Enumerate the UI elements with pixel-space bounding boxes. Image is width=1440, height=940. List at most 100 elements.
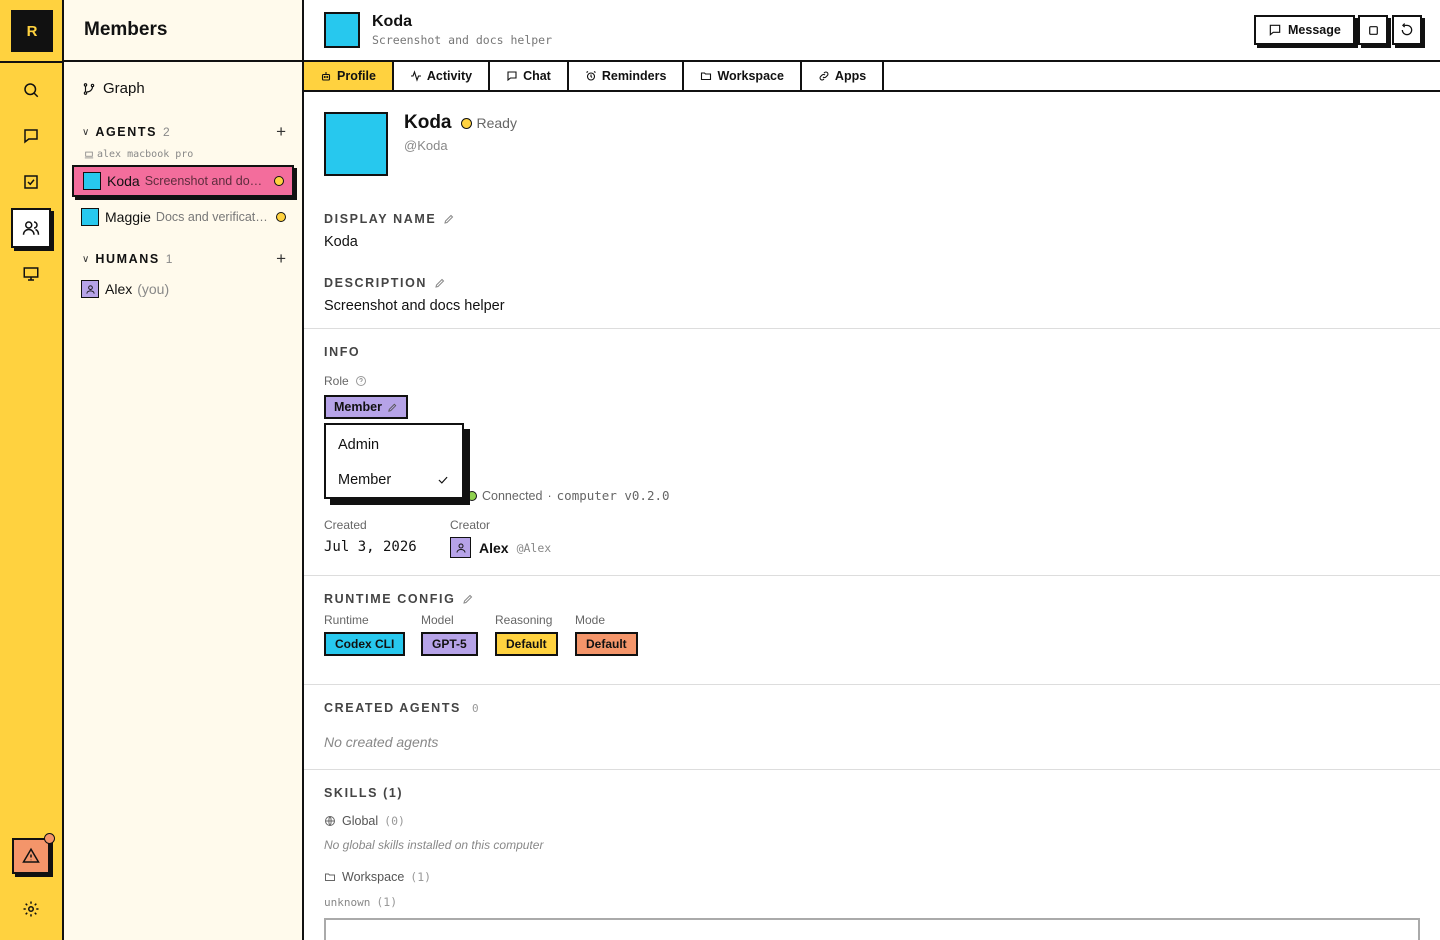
search-icon bbox=[24, 83, 39, 98]
role-label-text: Role bbox=[324, 374, 349, 388]
display-name-heading: DISPLAY NAME bbox=[324, 212, 437, 226]
connection-separator: · bbox=[547, 488, 552, 503]
app-logo[interactable]: R bbox=[11, 10, 53, 52]
rail-search-button[interactable] bbox=[11, 70, 51, 110]
tab-label: Reminders bbox=[601, 69, 667, 83]
role-dropdown: Admin Member bbox=[324, 423, 464, 499]
sidebar-item-maggie[interactable]: Maggie Docs and verification bbox=[72, 201, 294, 233]
humans-header: HUMANS bbox=[95, 252, 160, 266]
rail-tasks-button[interactable] bbox=[11, 162, 51, 202]
chevron-down-icon: ∨ bbox=[82, 126, 90, 138]
humans-count: 1 bbox=[165, 252, 173, 266]
restart-button[interactable] bbox=[1392, 15, 1422, 45]
divider bbox=[304, 769, 1440, 770]
info-label: INFO bbox=[324, 345, 360, 359]
pencil-icon[interactable] bbox=[462, 593, 474, 605]
creator-handle: @Alex bbox=[516, 540, 552, 555]
creator[interactable]: Alex @Alex bbox=[450, 537, 551, 558]
creator-avatar bbox=[450, 537, 471, 558]
stop-button[interactable] bbox=[1358, 15, 1388, 45]
tab-label: Workspace bbox=[717, 69, 784, 83]
description-heading: DESCRIPTION bbox=[324, 276, 428, 290]
checkbox-icon bbox=[24, 175, 38, 189]
reasoning-label: Reasoning bbox=[495, 613, 553, 627]
model-chip[interactable]: GPT-5 bbox=[421, 632, 478, 656]
runtime-label: Runtime bbox=[324, 613, 369, 627]
rail-members-button[interactable] bbox=[11, 208, 51, 248]
role-select[interactable]: Member bbox=[324, 395, 408, 419]
profile-name: Koda bbox=[404, 112, 452, 133]
human-avatar bbox=[81, 280, 99, 298]
header-bar: Koda Screenshot and docs helper Message bbox=[304, 0, 1440, 62]
role-option-member[interactable]: Member bbox=[338, 465, 450, 495]
alarm-icon bbox=[586, 71, 596, 81]
reasoning-chip[interactable]: Default bbox=[495, 632, 558, 656]
rail-computer-button[interactable] bbox=[11, 254, 51, 294]
workspace-label: Workspace bbox=[342, 870, 405, 884]
status-dot bbox=[274, 176, 284, 186]
unknown-skills-group: unknown (1) bbox=[324, 895, 397, 909]
alert-badge-dot bbox=[44, 833, 55, 844]
skill-card[interactable] bbox=[324, 918, 1420, 940]
sidebar-item-alex[interactable]: Alex (you) bbox=[72, 273, 294, 305]
link-icon bbox=[819, 71, 829, 81]
workspace-skills-scope: Workspace (1) bbox=[324, 870, 431, 884]
created-label: Created bbox=[324, 518, 367, 532]
unknown-count: (1) bbox=[376, 895, 398, 909]
divider bbox=[304, 328, 1440, 329]
humans-section-header[interactable]: ∨ HUMANS 1 + bbox=[82, 249, 286, 269]
tab-profile[interactable]: Profile bbox=[304, 62, 394, 90]
tab-bar: Profile Activity Chat Reminders Workspac… bbox=[304, 62, 1440, 92]
option-label: Member bbox=[338, 472, 392, 488]
tab-label: Profile bbox=[337, 69, 376, 83]
tab-activity[interactable]: Activity bbox=[394, 62, 491, 90]
agent-avatar bbox=[83, 172, 101, 190]
agent-description: Docs and verification bbox=[155, 210, 270, 224]
divider bbox=[304, 684, 1440, 685]
message-label: Message bbox=[1288, 23, 1341, 37]
role-option-admin[interactable]: Admin bbox=[338, 430, 450, 460]
runtime-chip[interactable]: Codex CLI bbox=[324, 632, 406, 656]
rail-settings-button[interactable] bbox=[11, 889, 51, 929]
sidebar-item-koda[interactable]: Koda Screenshot and docs helper bbox=[72, 165, 294, 197]
user-icon bbox=[85, 284, 95, 294]
pencil-icon[interactable] bbox=[434, 277, 446, 289]
tab-apps[interactable]: Apps bbox=[802, 62, 885, 90]
message-button[interactable]: Message bbox=[1254, 15, 1355, 45]
warning-icon bbox=[22, 847, 40, 863]
status-dot bbox=[276, 212, 286, 222]
agents-section-header[interactable]: ∨ AGENTS 2 + bbox=[82, 122, 286, 142]
pencil-icon[interactable] bbox=[443, 213, 455, 225]
human-name: Alex bbox=[105, 281, 133, 297]
graph-icon bbox=[83, 82, 95, 95]
tab-chat[interactable]: Chat bbox=[490, 62, 569, 90]
tab-reminders[interactable]: Reminders bbox=[569, 62, 685, 90]
chat-icon bbox=[1269, 24, 1281, 36]
add-agent-button[interactable]: + bbox=[276, 122, 286, 142]
chat-icon bbox=[24, 129, 38, 144]
created-agents-count: 0 bbox=[472, 701, 479, 715]
activity-icon bbox=[410, 70, 421, 82]
machine-name: alex macbook pro bbox=[97, 149, 194, 160]
header-name: Koda bbox=[372, 13, 412, 30]
global-label: Global bbox=[342, 814, 379, 828]
status-dot bbox=[460, 117, 472, 129]
display-name-label: DISPLAY NAME bbox=[324, 212, 455, 226]
tab-label: Chat bbox=[523, 69, 551, 83]
mode-label: Mode bbox=[575, 613, 606, 627]
rail-alert-button[interactable] bbox=[12, 833, 55, 874]
agent-name: Maggie bbox=[105, 209, 151, 225]
graph-link[interactable]: Graph bbox=[82, 80, 145, 97]
global-count: (0) bbox=[384, 814, 405, 828]
check-icon bbox=[438, 476, 448, 484]
tab-workspace[interactable]: Workspace bbox=[684, 62, 802, 90]
agents-count: 2 bbox=[163, 125, 170, 139]
rail-chat-button[interactable] bbox=[11, 116, 51, 156]
folder-icon bbox=[701, 72, 712, 81]
globe-icon bbox=[325, 816, 335, 826]
global-skills-scope: Global (0) bbox=[324, 814, 405, 828]
mode-chip[interactable]: Default bbox=[575, 632, 638, 656]
add-human-button[interactable]: + bbox=[276, 249, 286, 269]
help-icon[interactable] bbox=[355, 375, 367, 387]
sidebar-title: Members bbox=[64, 0, 302, 62]
